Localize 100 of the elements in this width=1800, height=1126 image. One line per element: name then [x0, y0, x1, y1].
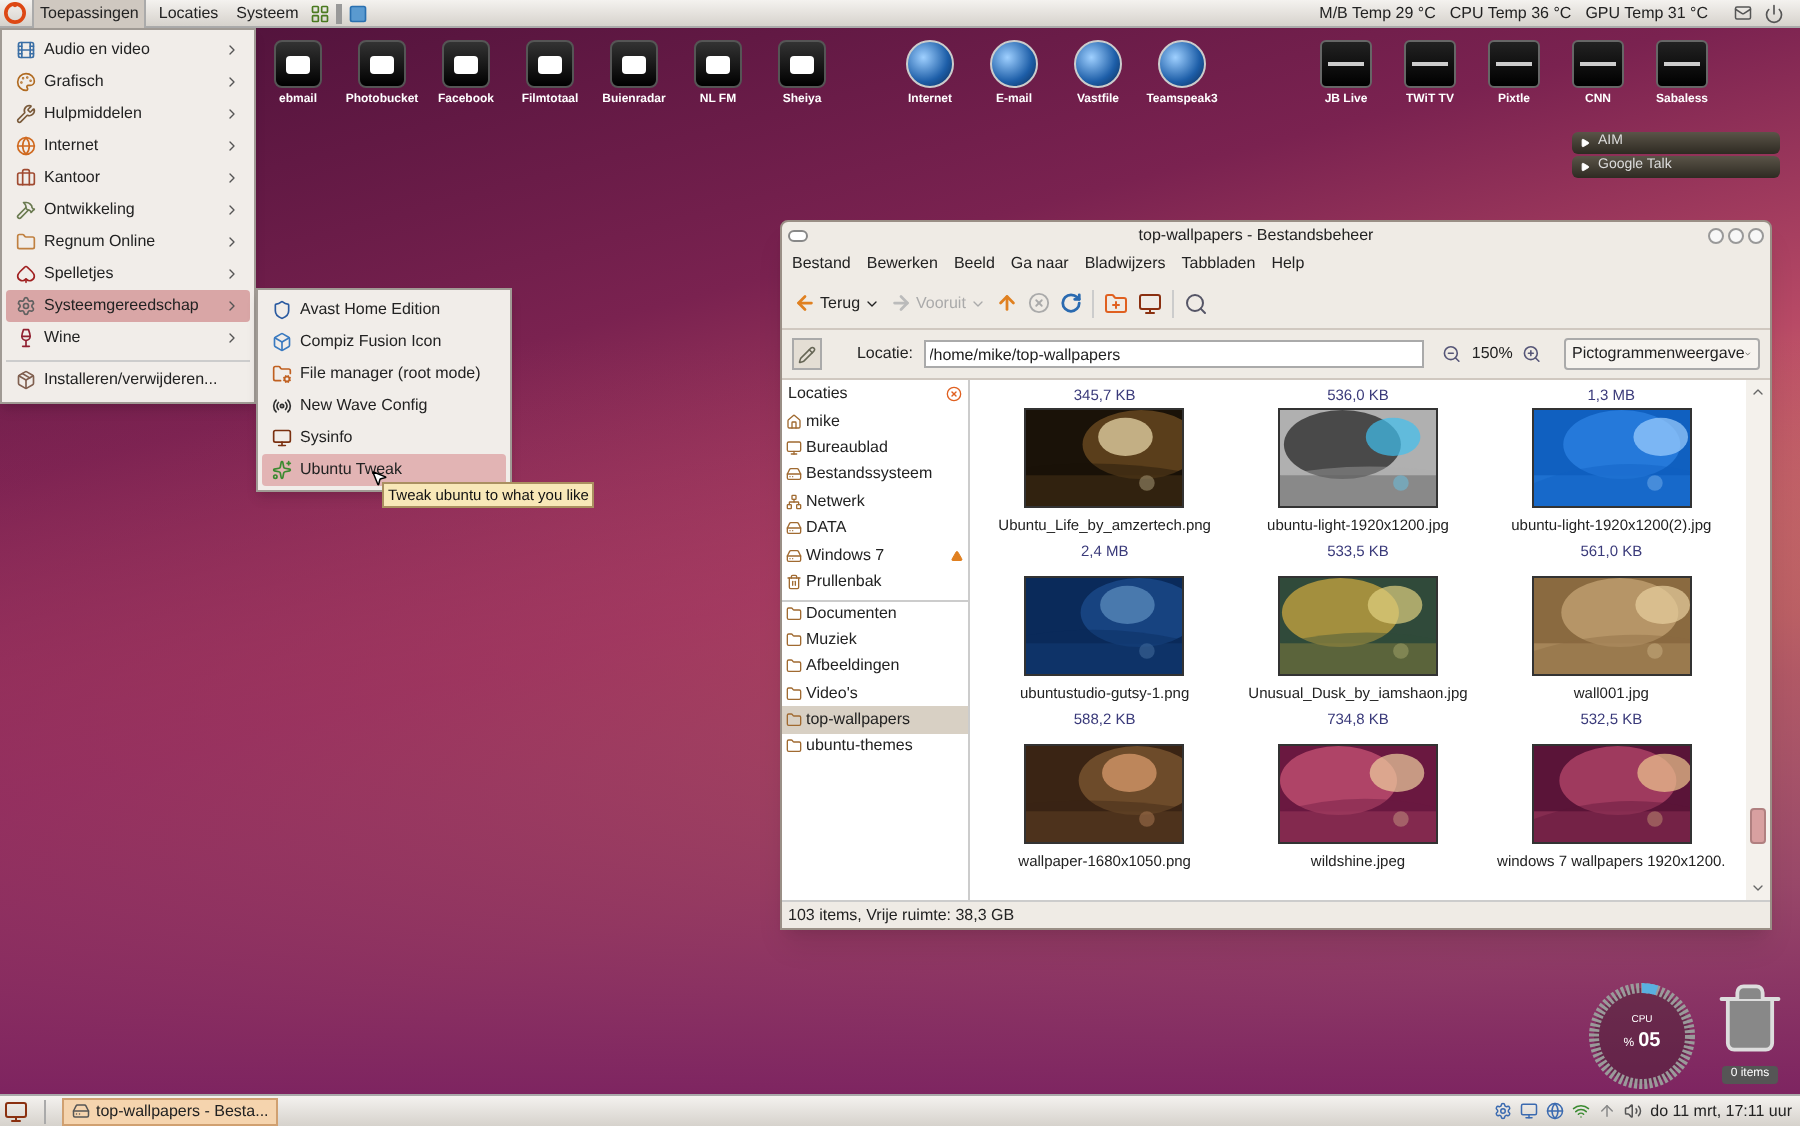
sidebar-item[interactable]: Afbeeldingen — [782, 653, 968, 680]
reload-icon[interactable] — [1059, 292, 1082, 314]
zoom-level: 150% — [1471, 342, 1513, 366]
menu-item[interactable]: New Wave Config — [262, 390, 506, 422]
menu-item[interactable]: Ga naar — [1010, 252, 1069, 276]
right-arrow-icon — [890, 292, 913, 314]
panel-menu[interactable]: Systeem — [230, 1, 305, 25]
sidebar-item[interactable]: Video's — [782, 679, 968, 707]
video-tile-icon[interactable] — [1656, 40, 1708, 88]
circle-logo-icon[interactable] — [4, 2, 26, 24]
scroll-up-icon[interactable] — [1750, 384, 1766, 400]
menu-item[interactable]: Tabbladen — [1181, 252, 1256, 276]
panel-menu[interactable]: Locaties — [152, 1, 225, 25]
sidebar-title[interactable]: Locaties — [788, 382, 848, 406]
menu-item[interactable]: Compiz Fusion Icon — [262, 326, 506, 358]
card-icon — [16, 264, 36, 284]
menu-item[interactable]: Bewerken — [866, 252, 938, 276]
folder-icon — [786, 631, 802, 648]
gear-icon[interactable] — [1494, 1102, 1513, 1120]
monitor-applet-icon[interactable] — [310, 3, 331, 23]
app-tile-icon[interactable] — [274, 40, 322, 88]
menu-item[interactable]: Spelletjes — [6, 258, 250, 290]
edit-location-button[interactable] — [792, 338, 823, 370]
sidebar-item[interactable]: Muziek — [782, 626, 968, 654]
zoom-in-icon[interactable] — [1522, 344, 1542, 364]
scrollbar[interactable] — [1746, 380, 1770, 900]
menu-item[interactable]: Installeren/verwijderen... — [6, 360, 250, 398]
back-button[interactable]: Terug — [794, 291, 881, 315]
menu-item[interactable]: Help — [1271, 252, 1305, 276]
location-field[interactable]: /home/mike/top-wallpapers — [923, 340, 1425, 368]
window-menu-button[interactable] — [788, 230, 808, 242]
eject-icon[interactable] — [950, 549, 964, 562]
scroll-down-icon[interactable] — [1750, 880, 1766, 896]
menu-item[interactable]: Internet — [6, 130, 250, 162]
sidebar-item[interactable]: Bureaublad — [782, 434, 968, 462]
video-tile-icon[interactable] — [1320, 40, 1372, 88]
power-icon[interactable] — [1764, 3, 1784, 23]
app-tile-icon[interactable] — [358, 40, 406, 88]
radio-icon — [272, 396, 292, 416]
zoom-out-icon[interactable] — [1442, 344, 1462, 364]
close-icon[interactable] — [946, 386, 962, 402]
view-select[interactable]: Pictogrammenweergave — [1564, 338, 1760, 370]
folder-icon[interactable] — [1103, 291, 1128, 315]
monitor-icon[interactable] — [1520, 1102, 1539, 1120]
app-tile-icon[interactable] — [778, 40, 826, 88]
menu-item[interactable]: Bestand — [792, 252, 851, 276]
globe-app-icon[interactable] — [906, 40, 954, 88]
video-tile-icon[interactable] — [1488, 40, 1540, 88]
sidebar-item[interactable]: ubuntu-themes — [782, 733, 968, 761]
menu-item[interactable]: Sysinfo — [262, 422, 506, 454]
drive-icon — [786, 547, 802, 564]
menu-item[interactable]: Audio en video — [6, 34, 250, 66]
menu-item[interactable]: Grafisch — [6, 66, 250, 98]
sidebar-item[interactable]: Netwerk — [782, 488, 968, 516]
menu-item[interactable]: Systeemgereedschap — [6, 290, 250, 322]
app-tile-icon[interactable] — [694, 40, 742, 88]
folder-icon — [786, 711, 802, 728]
globe-app-icon[interactable] — [990, 40, 1038, 88]
panel-menu[interactable]: Toepassingen — [32, 0, 147, 27]
menu-item[interactable]: Beeld — [953, 252, 995, 276]
play-icon — [1580, 138, 1590, 148]
app-tile-icon[interactable] — [442, 40, 490, 88]
scroll-thumb[interactable] — [1750, 808, 1766, 844]
hammer-icon — [16, 200, 36, 220]
sidebar-item[interactable]: Bestandssysteem — [782, 461, 968, 489]
menu-item[interactable]: Wine — [6, 322, 250, 354]
network-icon — [786, 493, 802, 510]
app-tile-icon[interactable] — [526, 40, 574, 88]
menu-item[interactable]: Kantoor — [6, 162, 250, 194]
menu-item[interactable]: Ubuntu Tweak — [262, 454, 506, 486]
clock[interactable]: do 11 mrt, 17:11 uur — [1650, 1099, 1792, 1123]
menu-item[interactable]: Regnum Online — [6, 226, 250, 258]
sidebar-item[interactable]: top-wallpapers — [782, 706, 968, 734]
menu-item[interactable]: File manager (root mode) — [262, 358, 506, 390]
video-tile-icon[interactable] — [1572, 40, 1624, 88]
trash-icon — [786, 574, 802, 591]
sidebar-item[interactable]: Prullenbak — [782, 568, 968, 596]
menu-item[interactable]: Bladwijzers — [1084, 252, 1166, 276]
sidebar-item[interactable]: Documenten — [782, 599, 968, 627]
update-arrow-icon[interactable] — [1598, 1102, 1617, 1120]
network-icon[interactable] — [1572, 1102, 1591, 1120]
task-button[interactable]: top-wallpapers - Besta... — [62, 1097, 279, 1125]
globe-app-icon[interactable] — [1074, 40, 1122, 88]
app-tile-icon[interactable] — [610, 40, 658, 88]
globe-app-icon[interactable] — [1158, 40, 1206, 88]
search-icon[interactable] — [1183, 291, 1208, 315]
location-label: Locatie: — [856, 342, 914, 366]
menu-item[interactable]: Avast Home Edition — [262, 294, 506, 326]
sidebar-item[interactable]: Windows 7 — [782, 541, 968, 569]
globe-icon[interactable] — [1546, 1102, 1565, 1120]
drive-icon — [786, 466, 802, 483]
sidebar-item[interactable]: DATA — [782, 515, 968, 542]
video-tile-icon[interactable] — [1404, 40, 1456, 88]
mail-icon[interactable] — [1734, 4, 1752, 22]
monitor-icon[interactable] — [1137, 291, 1162, 315]
menu-item[interactable]: Ontwikkeling — [6, 194, 250, 226]
menu-item[interactable]: Hulpmiddelen — [6, 98, 250, 130]
show-desktop-icon[interactable] — [4, 1099, 28, 1123]
volume-icon[interactable] — [1624, 1102, 1643, 1120]
sidebar-item[interactable]: mike — [782, 408, 968, 435]
